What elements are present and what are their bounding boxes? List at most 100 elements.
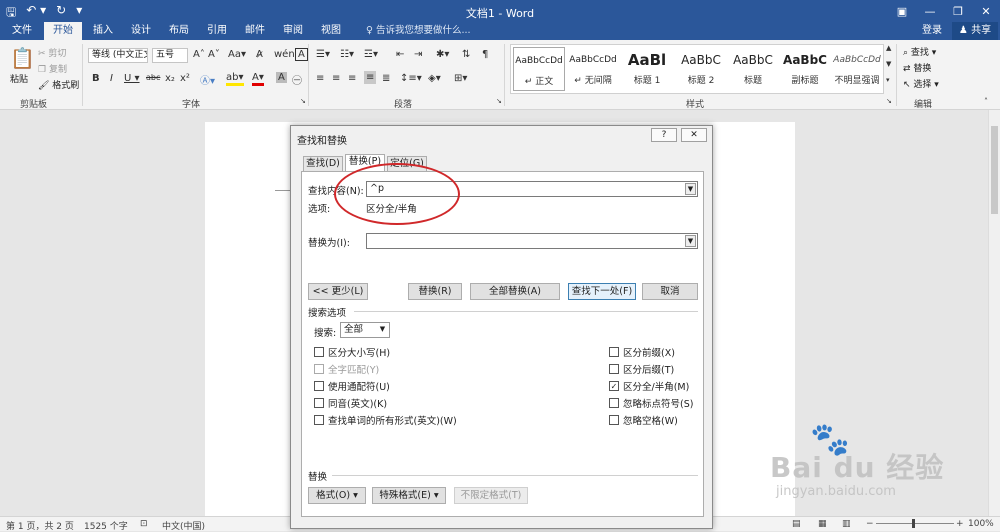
paste-button[interactable]: 粘贴: [10, 72, 28, 85]
tab-view[interactable]: 视图: [314, 22, 348, 40]
align-left-icon[interactable]: ≡: [316, 73, 324, 84]
zoom-out-icon[interactable]: −: [866, 519, 874, 529]
proofing-icon[interactable]: ⊡: [140, 519, 148, 529]
less-button[interactable]: << 更少(L): [308, 283, 368, 300]
tab-design[interactable]: 设计: [124, 22, 158, 40]
language[interactable]: 中文(中国): [162, 519, 205, 532]
checkbox[interactable]: [314, 364, 324, 374]
replace-all-button[interactable]: 全部替换(A): [470, 283, 560, 300]
chevron-down-icon[interactable]: ▼: [685, 183, 696, 195]
all-word-forms-checkbox[interactable]: 查找单词的所有形式(英文)(W): [314, 413, 457, 427]
ignore-punctuation-checkbox[interactable]: 忽略标点符号(S): [609, 396, 693, 410]
chevron-down-icon[interactable]: ▼: [377, 324, 388, 336]
justify-icon[interactable]: ≡: [364, 71, 377, 84]
checkbox[interactable]: ✓: [609, 381, 619, 391]
multilevel-list-icon[interactable]: ☲▾: [364, 49, 378, 60]
paste-icon[interactable]: 📋: [10, 46, 35, 70]
match-width-checkbox[interactable]: ✓ 区分全/半角(M): [609, 379, 689, 393]
style-normal[interactable]: AaBbCcDd ↵ 正文: [513, 47, 565, 91]
bullets-icon[interactable]: ☰▾: [316, 49, 330, 60]
ribbon-display-icon[interactable]: ▣: [888, 0, 916, 22]
increase-indent-icon[interactable]: ⇥: [414, 49, 422, 60]
style-subtle-emphasis[interactable]: AaBbCcDd 不明显强调: [831, 47, 883, 91]
share-button[interactable]: ♟ 共享: [952, 22, 998, 40]
close-icon[interactable]: ✕: [972, 0, 1000, 22]
sounds-like-checkbox[interactable]: 同音(英文)(K): [314, 396, 387, 410]
whole-word-checkbox[interactable]: 全字匹配(Y): [314, 362, 379, 376]
enclosed-char-icon[interactable]: ㊀: [292, 72, 302, 87]
page-count[interactable]: 第 1 页，共 2 页: [6, 519, 74, 532]
checkbox[interactable]: [609, 347, 619, 357]
underline-icon[interactable]: U ▾: [124, 73, 140, 84]
find-button[interactable]: ⌕ 查找 ▾: [903, 45, 936, 58]
clear-format-icon[interactable]: A̷: [256, 49, 263, 60]
font-color-icon[interactable]: A▾: [252, 72, 264, 86]
bold-icon[interactable]: B: [92, 73, 100, 84]
char-shading-icon[interactable]: A: [276, 72, 287, 83]
style-no-spacing[interactable]: AaBbCcDd ↵ 无间隔: [567, 47, 619, 91]
zoom-slider-thumb[interactable]: [912, 519, 915, 528]
borders-icon[interactable]: ⊞▾: [454, 73, 467, 84]
sort-icon[interactable]: ⇅: [462, 49, 470, 60]
change-case-icon[interactable]: Aa▾: [228, 49, 246, 60]
line-spacing-icon[interactable]: ↕≡▾: [400, 73, 422, 84]
paragraph-dialog-launcher-icon[interactable]: ↘: [496, 97, 502, 105]
search-direction-select[interactable]: 全部 ▼: [340, 322, 390, 338]
chevron-down-icon[interactable]: ▼: [685, 235, 696, 247]
ignore-space-checkbox[interactable]: 忽略空格(W): [609, 413, 678, 427]
no-formatting-button[interactable]: 不限定格式(T): [454, 487, 528, 504]
tab-mailings[interactable]: 邮件: [238, 22, 272, 40]
tell-me-box[interactable]: ♀ 告诉我您想要做什么...: [366, 22, 471, 40]
tab-review[interactable]: 审阅: [276, 22, 310, 40]
format-button[interactable]: 格式(O) ▾: [308, 487, 366, 504]
find-next-button[interactable]: 查找下一处(F): [568, 283, 636, 300]
copy-button[interactable]: ❐ 复制: [38, 62, 67, 75]
style-heading-1[interactable]: AaBl 标题 1: [621, 47, 673, 91]
tab-find[interactable]: 查找(D): [303, 156, 343, 171]
match-prefix-checkbox[interactable]: 区分前缀(X): [609, 345, 675, 359]
strikethrough-icon[interactable]: abc: [146, 73, 160, 82]
tab-layout[interactable]: 布局: [162, 22, 196, 40]
styles-scroll-up-icon[interactable]: ▲: [886, 44, 891, 52]
show-marks-icon[interactable]: ¶: [482, 49, 488, 60]
word-count[interactable]: 1525 个字: [84, 519, 128, 532]
italic-icon[interactable]: I: [110, 73, 113, 84]
style-subtitle[interactable]: AaBbC 副标题: [779, 47, 831, 91]
cut-button[interactable]: ✂ 剪切: [38, 46, 66, 59]
zoom-level[interactable]: 100%: [968, 519, 994, 529]
checkbox[interactable]: [609, 364, 619, 374]
grow-font-icon[interactable]: A˄ A˅: [193, 49, 220, 60]
styles-scroll-down-icon[interactable]: ▼: [886, 60, 891, 68]
tab-references[interactable]: 引用: [200, 22, 234, 40]
align-right-icon[interactable]: ≡: [348, 73, 356, 84]
decrease-indent-icon[interactable]: ⇤: [396, 49, 404, 60]
tab-file[interactable]: 文件: [4, 22, 40, 40]
scroll-thumb[interactable]: [991, 126, 998, 214]
checkbox[interactable]: [609, 398, 619, 408]
web-layout-icon[interactable]: ▥: [842, 519, 851, 529]
zoom-slider[interactable]: [876, 523, 954, 524]
match-case-checkbox[interactable]: 区分大小写(H): [314, 345, 390, 359]
checkbox[interactable]: [314, 381, 324, 391]
read-mode-icon[interactable]: ▤: [792, 519, 801, 529]
tab-home[interactable]: 开始: [44, 22, 82, 40]
phonetic-guide-icon[interactable]: wén: [274, 49, 295, 60]
replace-with-input[interactable]: ▼: [366, 233, 698, 249]
font-dialog-launcher-icon[interactable]: ↘: [300, 97, 306, 105]
checkbox[interactable]: [609, 415, 619, 425]
restore-icon[interactable]: ❐: [944, 0, 972, 22]
format-painter-button[interactable]: 🖌 格式刷: [38, 78, 79, 91]
styles-dialog-launcher-icon[interactable]: ↘: [886, 97, 892, 105]
print-layout-icon[interactable]: ▦: [818, 519, 827, 529]
zoom-in-icon[interactable]: +: [956, 519, 964, 529]
style-heading-2[interactable]: AaBbC 标题 2: [675, 47, 727, 91]
tab-insert[interactable]: 插入: [86, 22, 120, 40]
select-button[interactable]: ↖ 选择 ▾: [903, 77, 939, 90]
minimize-icon[interactable]: —: [916, 0, 944, 22]
special-button[interactable]: 特殊格式(E) ▾: [372, 487, 446, 504]
replace-button[interactable]: 替换(R): [408, 283, 462, 300]
help-button[interactable]: ?: [651, 128, 677, 142]
checkbox[interactable]: [314, 398, 324, 408]
style-title[interactable]: AaBbC 标题: [727, 47, 779, 91]
replace-button[interactable]: ⇄ 替换: [903, 61, 931, 74]
